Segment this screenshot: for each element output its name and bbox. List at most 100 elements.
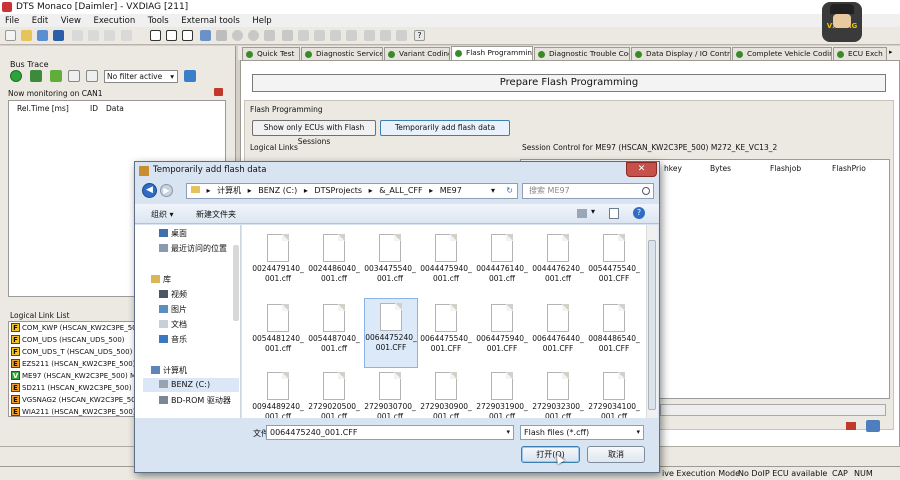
record-icon[interactable] [232,30,243,41]
menu-execution[interactable]: Execution [94,16,136,26]
menu-external-tools[interactable]: External tools [181,16,240,26]
nav-desktop[interactable]: 桌面 [159,228,187,239]
file-item[interactable]: 0064475940_001.CFF [475,300,529,370]
nav-recent[interactable]: 最近访问的位置 [159,243,227,254]
nav-pictures[interactable]: 图片 [159,304,187,315]
file-item[interactable]: 0024479140_001.cff [251,230,305,300]
import-icon[interactable] [866,420,880,432]
tab-diagnostic-services[interactable]: Diagnostic Services [301,47,383,60]
file-item[interactable]: 0034475540_001.cff [363,230,417,300]
file-item[interactable]: 0054475540_001.CFF [587,230,641,300]
bus-icon[interactable] [298,30,309,41]
view-options-icon[interactable] [577,209,587,218]
file-item[interactable]: 0064476440_001.CFF [531,300,585,370]
connect-icon[interactable] [330,30,341,41]
file-item[interactable]: 2729030700_001.cff [363,368,417,418]
layout-3-icon[interactable] [182,30,193,41]
nav-library[interactable]: 库 [151,274,171,285]
tab-diagnostic-trouble-code[interactable]: Diagnostic Trouble Code [534,47,630,60]
preview-pane-icon[interactable] [609,208,619,219]
file-item[interactable]: 0054487040_001.cff [307,300,361,370]
list-item[interactable]: E WIA211 (HSCAN_KW2C3PE_500) [11,407,137,418]
forward-button[interactable]: ▶ [160,184,173,197]
menu-help[interactable]: Help [252,16,271,26]
menu-view[interactable]: View [61,16,81,26]
filename-input[interactable]: 0064475240_001.CFF ▾ [266,425,514,440]
nav-videos[interactable]: 视频 [159,289,187,300]
trace-step-icon[interactable] [50,70,62,82]
disconnect-icon[interactable] [346,30,357,41]
help-icon[interactable]: ? [414,30,425,41]
temporarily-add-flash-data-button[interactable]: Temporarily add flash data [380,120,510,136]
breadcrumb-benz[interactable]: BENZ (C:) [258,186,297,195]
prepare-flash-programming-button[interactable]: Prepare Flash Programming [252,74,886,92]
organize-menu[interactable]: 组织 ▾ [151,209,174,220]
delete-icon[interactable] [121,30,132,41]
breadcrumb-computer[interactable]: 计算机 [217,186,241,195]
session-horizontal-scrollbar[interactable] [660,404,886,416]
settings-icon[interactable] [364,30,375,41]
tab-quick-test[interactable]: Quick Test [242,47,300,60]
file-item[interactable]: 2729030900_001.cff [419,368,473,418]
eraser-icon[interactable] [214,88,223,96]
cut-icon[interactable] [72,30,83,41]
nav-bd-rom[interactable]: BD-ROM 驱动器 [159,395,231,406]
file-item[interactable]: 0044476140_001.cff [475,230,529,300]
list-item[interactable]: E SD211 (HSCAN_KW2C3PE_500) [11,383,137,394]
menu-tools[interactable]: Tools [148,16,169,26]
open-folder-icon[interactable] [21,30,32,41]
eraser-icon[interactable] [846,422,856,430]
breadcrumb-all-cff[interactable]: &_ALL_CFF [379,186,422,195]
file-item[interactable]: 0024486040_001.cff [307,230,361,300]
list-item[interactable]: E VGSNAG2 (HSCAN_KW2C3PE_500) [11,395,137,406]
file-item[interactable]: 0064475540_001.CFF [419,300,473,370]
trace-record-icon[interactable] [30,70,42,82]
nav-scrollbar[interactable] [233,245,239,321]
filetype-select[interactable]: Flash files (*.cff) ▾ [520,425,644,440]
stop-icon[interactable] [264,30,275,41]
nav-computer[interactable]: 计算机 [151,365,187,376]
file-item[interactable]: 0054481240_001.cff [251,300,305,370]
pause-icon[interactable] [282,30,293,41]
menu-file[interactable]: File [5,16,19,26]
back-button[interactable]: ◀ [142,183,157,198]
play-icon[interactable] [248,30,259,41]
list-item[interactable]: F COM_UDS (HSCAN_UDS_500) [11,335,137,346]
filter-funnel-icon[interactable] [184,70,196,82]
refresh-icon[interactable]: ↻ [506,184,513,198]
show-only-flash-ecus-button[interactable]: Show only ECUs with Flash Sessions [252,120,376,146]
nav-benz-drive[interactable]: BENZ (C:) [143,378,239,392]
trace-start-icon[interactable] [10,70,22,82]
address-bar[interactable]: ▸ 计算机 ▸ BENZ (C:) ▸ DTSProjects ▸ &_ALL_… [186,183,518,199]
trace-save-icon[interactable] [68,70,80,82]
chevron-down-icon[interactable]: ▾ [491,184,495,198]
chevron-down-icon[interactable]: ▾ [506,426,510,439]
trace-filter-select[interactable]: No filter active ▾ [104,70,178,83]
workspace-icon[interactable] [200,30,211,41]
nav-music[interactable]: 音乐 [159,334,187,345]
search-icon[interactable] [642,187,650,195]
save-all-icon[interactable] [53,30,64,41]
file-item[interactable]: 2729034100_001.cff [587,368,641,418]
list-item[interactable]: V ME97 (HSCAN_KW2C3PE_500) M2 [11,371,137,382]
search-input[interactable]: 搜索 ME97 [522,183,654,199]
trace-clear-icon[interactable] [86,70,98,82]
menu-edit[interactable]: Edit [32,16,48,26]
save-icon[interactable] [37,30,48,41]
breadcrumb-dtsprojects[interactable]: DTSProjects [314,186,362,195]
tab-complete-vehicle-coding[interactable]: Complete Vehicle Coding [732,47,832,60]
tab-scroll-right-icon[interactable]: ▸ [889,48,893,56]
list-item[interactable]: F COM_UDS_T (HSCAN_UDS_500) [11,347,137,358]
file-item[interactable]: 2729020500_001.cff [307,368,361,418]
file-item[interactable]: 2729031900_001.cff [475,368,529,418]
filter-icon[interactable] [380,30,391,41]
file-item[interactable]: 0094489240_001.cff [251,368,305,418]
cancel-button[interactable]: 取消 [587,446,645,463]
scrollbar-thumb[interactable] [648,240,656,410]
tab-data-display-io-control[interactable]: Data Display / IO Control [631,47,731,60]
list-item[interactable]: E EZS211 (HSCAN_KW2C3PE_500) [11,359,137,370]
nav-documents[interactable]: 文档 [159,319,187,330]
file-item[interactable]: 0044476240_001.cff [531,230,585,300]
chevron-down-icon[interactable]: ▾ [591,207,595,216]
open-button[interactable]: 打开(O) [521,446,580,463]
